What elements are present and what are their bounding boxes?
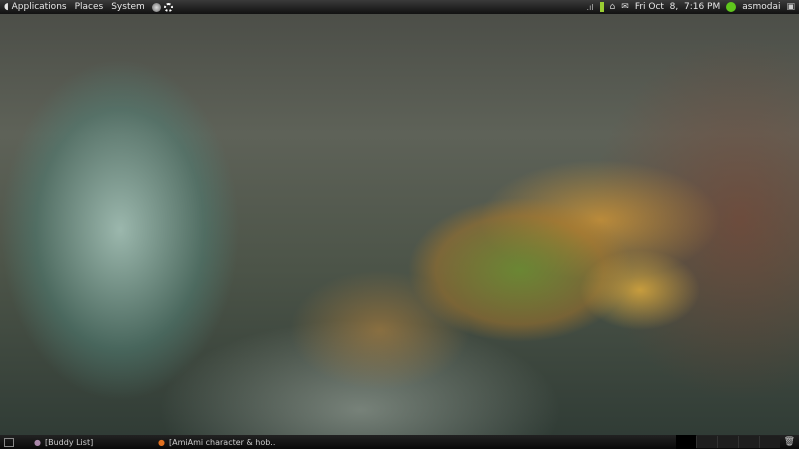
pidgin-icon: ● — [34, 437, 41, 447]
workspace-4[interactable] — [758, 436, 780, 448]
workspace-3[interactable] — [737, 436, 759, 448]
firefox-icon: ● — [158, 437, 165, 447]
workspace-1[interactable] — [695, 436, 717, 448]
system-menu[interactable]: System — [107, 2, 149, 12]
task-label: [AmiAmi character & hob.. — [168, 437, 276, 447]
task-label: [Buddy List] — [44, 437, 94, 447]
user-menu[interactable]: asmodai — [742, 2, 780, 12]
taskbar-item-firefox[interactable]: ● [AmiAmi character & hob.. — [152, 435, 302, 449]
taskbar-item-buddy-list[interactable]: ● [Buddy List] — [28, 435, 152, 449]
desktop-wallpaper — [0, 0, 799, 449]
places-menu[interactable]: Places — [71, 2, 108, 12]
bottom-panel: ● [Buddy List] ● [AmiAmi character & hob… — [0, 435, 799, 449]
applications-menu[interactable]: ◖ Applications — [0, 2, 71, 12]
network-icon[interactable]: ⌂ — [610, 2, 616, 12]
workspace-2[interactable] — [716, 436, 738, 448]
status-online-icon[interactable] — [726, 2, 737, 12]
signal-icon[interactable]: .ıl — [587, 3, 594, 12]
show-desktop-icon[interactable] — [4, 437, 14, 447]
launcher-icon[interactable] — [151, 2, 161, 12]
clock[interactable]: Fri Oct 8, 7:16 PM — [635, 2, 720, 12]
shutdown-icon[interactable]: ▣ — [786, 2, 795, 12]
trash-icon[interactable]: 🗑 — [780, 437, 799, 447]
battery-icon[interactable] — [599, 2, 604, 12]
applications-label: Applications — [11, 2, 67, 12]
mail-icon[interactable]: ✉ — [621, 2, 629, 12]
top-panel: ◖ Applications Places System .ıl ⌂ ✉ Fri… — [0, 0, 799, 14]
workspace-switcher: 🗑 — [675, 435, 799, 449]
spinner-icon[interactable] — [163, 2, 173, 12]
